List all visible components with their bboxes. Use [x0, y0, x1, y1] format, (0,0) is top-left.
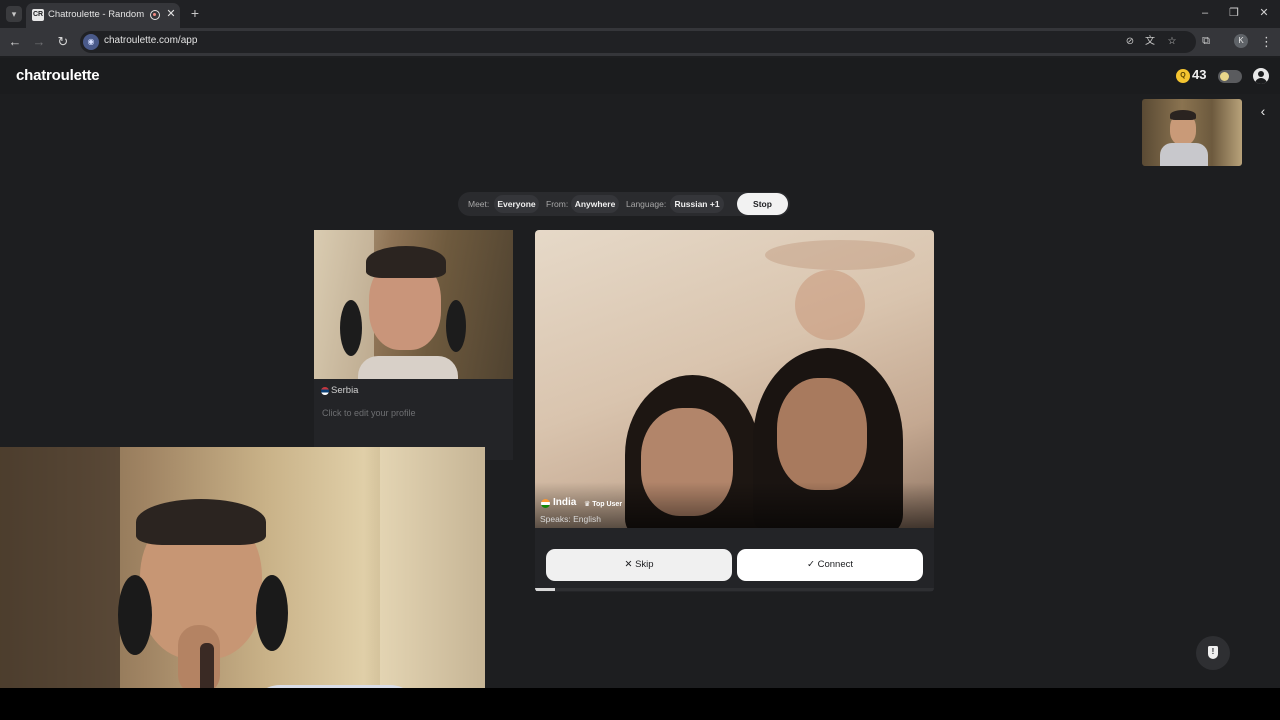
connect-button[interactable]: ✓ Connect: [737, 549, 923, 581]
translate-icon[interactable]: 文: [1143, 35, 1157, 49]
from-filter[interactable]: Anywhere: [571, 195, 619, 213]
language-filter[interactable]: Russian +1: [670, 195, 724, 213]
safety-button[interactable]: !: [1196, 636, 1230, 670]
language-label: Language:: [626, 199, 667, 209]
menu-icon[interactable]: ⋮: [1260, 34, 1273, 50]
maximize-icon[interactable]: ❐: [1227, 6, 1241, 20]
tab-title: Chatroulette - Random video chat: [48, 9, 146, 20]
partner-card: India ♛ Top User Speaks: English ✕ Skip …: [535, 230, 934, 592]
back-icon[interactable]: ←: [7, 34, 23, 50]
coin-count[interactable]: 43: [1192, 67, 1206, 82]
dark-wall: [0, 447, 120, 720]
camera-off-icon[interactable]: ⊘: [1123, 35, 1137, 49]
check-icon: ✓: [807, 559, 815, 570]
match-progress-bar: [535, 588, 934, 591]
serbia-flag-icon: [321, 387, 329, 395]
self-camera-video: [314, 230, 513, 379]
minimize-icon[interactable]: –: [1198, 6, 1212, 20]
new-tab-button[interactable]: +: [188, 6, 202, 20]
site-info-icon[interactable]: ◉: [83, 34, 99, 50]
shirt: [358, 356, 458, 379]
headphone-left: [118, 575, 152, 655]
coin-icon: Q: [1176, 69, 1190, 83]
top-user-badge: ♛ Top User: [584, 501, 623, 508]
meet-filter[interactable]: Everyone: [494, 195, 539, 213]
logo[interactable]: chatroulette: [16, 67, 100, 84]
reload-icon[interactable]: ↻: [55, 34, 71, 50]
self-location: Serbia: [331, 385, 359, 396]
star-icon[interactable]: ☆: [1165, 35, 1179, 49]
close-icon[interactable]: ✕: [165, 8, 177, 20]
self-camera-large: [0, 447, 485, 720]
address-bar[interactable]: ◉ chatroulette.com/app ⊘ 文 ☆: [80, 31, 1196, 53]
bottom-strip: [0, 688, 1280, 720]
recording-icon: [150, 10, 160, 20]
from-label: From:: [546, 199, 569, 209]
app-header: chatroulette Q 43: [0, 58, 1280, 94]
partner-video: [535, 230, 934, 528]
hair: [366, 246, 446, 278]
close-icon: ✕: [624, 559, 633, 570]
skip-button[interactable]: ✕ Skip: [546, 549, 732, 581]
theme-toggle[interactable]: [1218, 70, 1242, 83]
connect-label: Connect: [817, 559, 853, 570]
headphone-right: [446, 300, 466, 352]
leaf-pattern: [765, 240, 915, 270]
skip-label: Skip: [635, 559, 654, 570]
headphone-left: [340, 300, 362, 356]
self-profile-card: Serbia Click to edit your profile: [314, 230, 513, 460]
toggle-knob: [1220, 72, 1229, 81]
partner-country: India: [553, 497, 577, 508]
meet-label: Meet:: [468, 199, 490, 209]
face-right-person: [777, 378, 867, 490]
door: [380, 447, 485, 720]
shield-icon: !: [1208, 646, 1218, 659]
india-flag-icon: [541, 499, 550, 508]
collapse-panel-icon[interactable]: ‹: [1256, 103, 1270, 119]
browser-toolbar: ← → ↻ ◉ chatroulette.com/app ⊘ 文 ☆ ⧉ K ⋮: [0, 28, 1280, 56]
edit-profile-link[interactable]: Click to edit your profile: [322, 408, 416, 418]
tab-list-icon[interactable]: ▾: [6, 6, 22, 22]
forward-icon[interactable]: →: [31, 34, 47, 50]
filter-bar: Meet: Everyone From: Anywhere Language: …: [458, 192, 790, 216]
shirt: [1160, 143, 1208, 166]
hair: [136, 499, 266, 545]
self-mini-preview[interactable]: [1142, 99, 1242, 166]
headphone-right: [256, 575, 288, 651]
stop-button[interactable]: Stop: [737, 193, 788, 215]
partner-language: Speaks: English: [540, 514, 601, 524]
favicon-icon: CR: [32, 9, 44, 21]
progress-fill: [535, 588, 555, 591]
browser-tab-bar: ▾ CR Chatroulette - Random video chat ✕ …: [0, 0, 1280, 28]
profile-avatar[interactable]: K: [1234, 34, 1248, 48]
user-icon[interactable]: [1253, 68, 1269, 84]
hair: [1170, 110, 1196, 120]
close-window-icon[interactable]: ✕: [1257, 6, 1271, 20]
extensions-icon[interactable]: ⧉: [1199, 34, 1213, 48]
browser-tab[interactable]: CR Chatroulette - Random video chat ✕: [26, 3, 180, 28]
url-text: chatroulette.com/app: [104, 35, 198, 46]
rose-pattern: [795, 270, 865, 340]
